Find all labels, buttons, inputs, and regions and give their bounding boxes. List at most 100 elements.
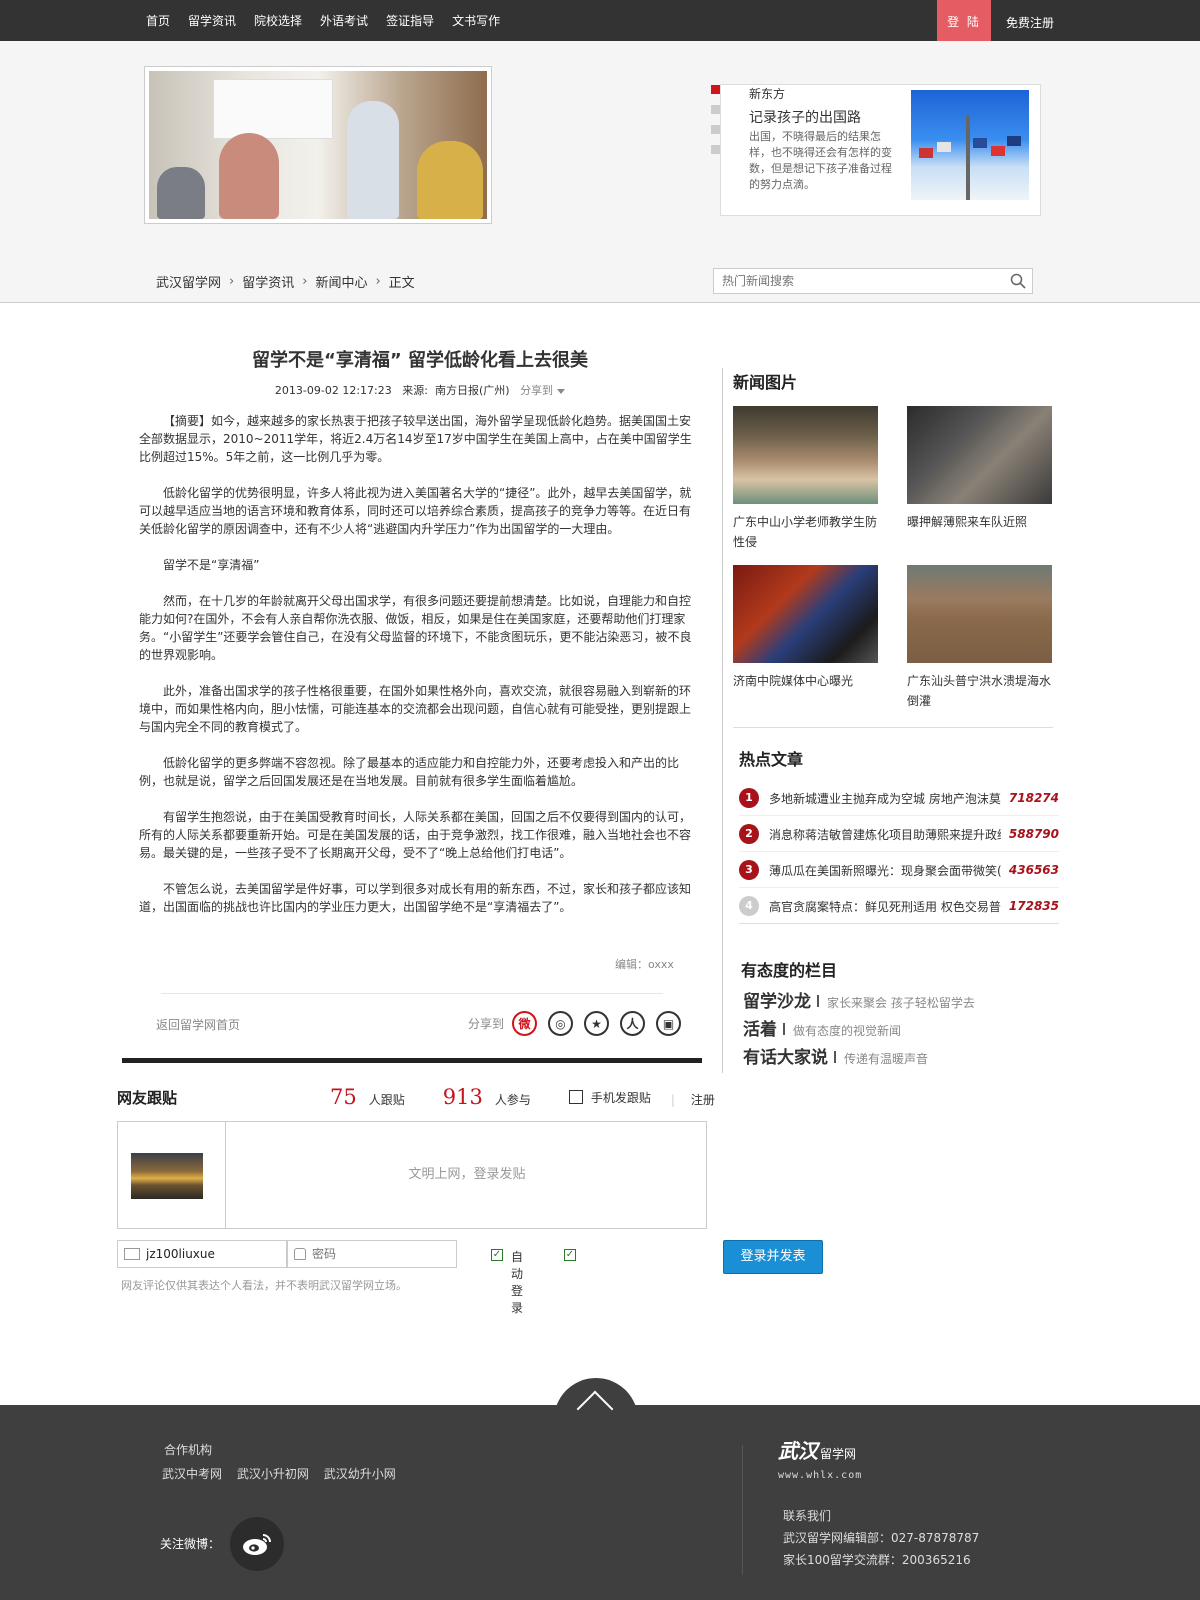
mobile-comment-link[interactable]: 手机发跟贴 [568, 1089, 651, 1106]
rank-badge: 4 [739, 896, 759, 916]
contact-info: 联系我们 武汉留学网编辑部：027-87878787 家长100留学交流群：20… [783, 1505, 979, 1571]
share-dropdown[interactable]: 分享到 [520, 384, 566, 397]
feature-card[interactable]: 新东方 记录孩子的出国路 出国，不晓得最后的结果怎样，也不晓得还会有怎样的变数，… [720, 84, 1041, 216]
renren-share-icon[interactable]: 人 [620, 1011, 646, 1036]
search-icon[interactable] [1010, 273, 1026, 289]
columns-title: 有态度的栏目 [741, 961, 838, 980]
feature-flags-photo[interactable] [911, 90, 1029, 200]
auto-login-checkbox[interactable]: ✓ [491, 1249, 503, 1261]
news-pic-item[interactable]: 广东汕头普宁洪水溃堤海水倒灌 [907, 565, 1052, 711]
weibo-share-icon[interactable]: 微 [512, 1011, 538, 1036]
hot-article-title[interactable]: 高官贪腐案特点：鲜见死刑适用 权色交易普 [769, 898, 1001, 915]
breadcrumb-current: 正文 [388, 276, 415, 291]
news-pic-item[interactable]: 曝押解薄熙来车队近照 [907, 406, 1052, 532]
logo-subtext: 留学网 [820, 1447, 857, 1461]
news-pic-image [907, 406, 1052, 504]
partner-link[interactable]: 武汉小升初网 [237, 1467, 320, 1481]
douban-share-icon[interactable]: ▣ [656, 1011, 682, 1036]
article-subheading: 留学不是“享清福” [163, 558, 260, 572]
share-bar: 分享到 微 ◎ ★ 人 ▣ [468, 1011, 692, 1036]
divider [161, 993, 663, 994]
article-datetime: 2013-09-02 12:17:23 [274, 384, 392, 397]
avatar [131, 1153, 203, 1199]
column-name[interactable]: 活着 [743, 1015, 777, 1040]
back-home-link[interactable]: 返回留学网首页 [156, 1016, 240, 1033]
column-item[interactable]: 有话大家说 传递有温暖声音 [743, 1043, 928, 1068]
column-item[interactable]: 留学沙龙 家长来聚会 孩子轻松留学去 [743, 987, 975, 1012]
chevron-up-icon [576, 1390, 614, 1428]
divider [122, 1058, 702, 1063]
qzone-share-icon[interactable]: ★ [584, 1011, 610, 1036]
column-name[interactable]: 有话大家说 [743, 1043, 828, 1068]
hot-article-item[interactable]: 3 薄瓜瓜在美国新照曝光：现身聚会面带微笑( 436563 [739, 858, 1059, 882]
news-pic-item[interactable]: 济南中院媒体中心曝光 [733, 565, 878, 691]
sync-checkbox[interactable]: ✓ [564, 1249, 576, 1261]
nav-item-language-exam[interactable]: 外语考试 [320, 12, 368, 29]
comments-title: 网友跟贴 [117, 1089, 178, 1107]
chevron-right-icon: › [302, 274, 308, 289]
breadcrumb-study-news[interactable]: 留学资讯 [242, 272, 294, 291]
password-input[interactable] [312, 1242, 442, 1266]
register-link[interactable]: 免费注册 [1006, 0, 1054, 41]
slide-dot-2[interactable] [711, 105, 720, 114]
slide-dot-1[interactable] [711, 85, 720, 94]
comment-register-link[interactable]: 注册 [691, 1091, 715, 1108]
hot-article-count: 718274 [1008, 791, 1059, 805]
news-search-input[interactable] [714, 269, 994, 293]
footer-divider [742, 1445, 743, 1575]
partner-link[interactable]: 武汉中考网 [162, 1467, 233, 1481]
column-name[interactable]: 留学沙龙 [743, 987, 811, 1012]
news-pic-item[interactable]: 广东中山小学老师教学生防性侵 [733, 406, 878, 552]
chevron-right-icon: › [229, 274, 235, 289]
nav-item-visa-guide[interactable]: 签证指导 [386, 12, 434, 29]
hot-article-title[interactable]: 薄瓜瓜在美国新照曝光：现身聚会面带微笑( [769, 862, 1001, 879]
weibo-icon[interactable] [230, 1517, 284, 1571]
hot-article-item[interactable]: 1 多地新城遭业主抛弃成为空城 房地产泡沫莫 718274 [739, 786, 1059, 810]
partner-link[interactable]: 武汉幼升小网 [324, 1467, 407, 1481]
top-nav-bar: 首页 留学资讯 院校选择 外语考试 签证指导 文书写作 免费注册 [0, 0, 1200, 41]
site-logo[interactable]: 武汉 留学网 www.whlx.com [778, 1435, 862, 1481]
article-paragraph: 【摘要】如今，越来越多的家长热衷于把孩子较早送出国，海外留学呈现低龄化趋势。据美… [139, 414, 692, 464]
share-label: 分享到 [468, 1017, 505, 1031]
news-pic-image [733, 406, 878, 504]
auto-login-label: 自动登录 [511, 1250, 524, 1315]
hot-article-title[interactable]: 多地新城遭业主抛弃成为空城 房地产泡沫莫 [769, 790, 1001, 807]
back-to-top-button[interactable] [554, 1378, 638, 1462]
banner-image[interactable] [144, 66, 492, 224]
feature-title[interactable]: 记录孩子的出国路 [749, 107, 861, 127]
hot-article-item[interactable]: 4 高官贪腐案特点：鲜见死刑适用 权色交易普 172835 [739, 894, 1059, 918]
comment-textarea[interactable]: 文明上网，登录发贴 [228, 1122, 706, 1228]
breadcrumb-home[interactable]: 武汉留学网 [156, 272, 221, 291]
article-paragraph: 此外，准备出国求学的孩子性格很重要，在国外如果性格外向，喜欢交流，就很容易融入到… [139, 684, 692, 734]
nav-item-school-choice[interactable]: 院校选择 [254, 12, 302, 29]
comment-box: 文明上网，登录发贴 [117, 1121, 707, 1229]
news-pic-caption: 广东中山小学老师教学生防性侵 [733, 515, 878, 549]
article-paragraph: 有留学生抱怨说，由于在美国受教育时间长，人际关系都在美国，回国之后不仅要得到国内… [139, 810, 692, 860]
article-paragraph: 低龄化留学的优势很明显，许多人将此视为进入美国著名大学的“捷径”。此外，越早去美… [139, 486, 692, 536]
hot-article-item[interactable]: 2 消息称蒋洁敏曾建炼化项目助薄熙来提升政绩 588790 [739, 822, 1059, 846]
login-button[interactable]: 登 陆 [937, 0, 991, 45]
article-body: 【摘要】如今，越来越多的家长热衷于把孩子较早送出国，海外留学呈现低龄化趋势。据美… [139, 412, 699, 934]
divider [739, 923, 1059, 924]
login-submit-button[interactable]: 登录并发表 [723, 1240, 823, 1274]
nav-item-home[interactable]: 首页 [146, 12, 170, 29]
breadcrumb-news-center[interactable]: 新闻中心 [315, 272, 367, 291]
nav-item-essay-writing[interactable]: 文书写作 [452, 12, 500, 29]
hot-article-title[interactable]: 消息称蒋洁敏曾建炼化项目助薄熙来提升政绩 [769, 826, 1001, 843]
partners-title: 合作机构 [164, 1443, 213, 1457]
password-field [287, 1240, 457, 1268]
lock-icon [294, 1248, 306, 1260]
article-meta: 2013-09-02 12:17:23 来源: 南方日报(广州) 分享到 [140, 382, 700, 398]
username-input[interactable] [146, 1242, 276, 1266]
article-source-label: 来源: [402, 384, 428, 397]
logo-url: www.whlx.com [778, 1470, 863, 1481]
sidebar-divider [722, 368, 723, 1073]
nav-item-study-news[interactable]: 留学资讯 [188, 12, 236, 29]
slide-dot-3[interactable] [711, 125, 720, 134]
column-description: 家长来聚会 孩子轻松留学去 [827, 996, 975, 1010]
main-nav: 首页 留学资讯 院校选择 外语考试 签证指导 文书写作 [146, 0, 518, 41]
qq-weibo-share-icon[interactable]: ◎ [548, 1011, 574, 1036]
column-item[interactable]: 活着 做有态度的视觉新闻 [743, 1015, 901, 1040]
partners-list: 武汉中考网 武汉小升初网 武汉幼升小网 [162, 1465, 407, 1482]
slide-dot-4[interactable] [711, 145, 720, 154]
